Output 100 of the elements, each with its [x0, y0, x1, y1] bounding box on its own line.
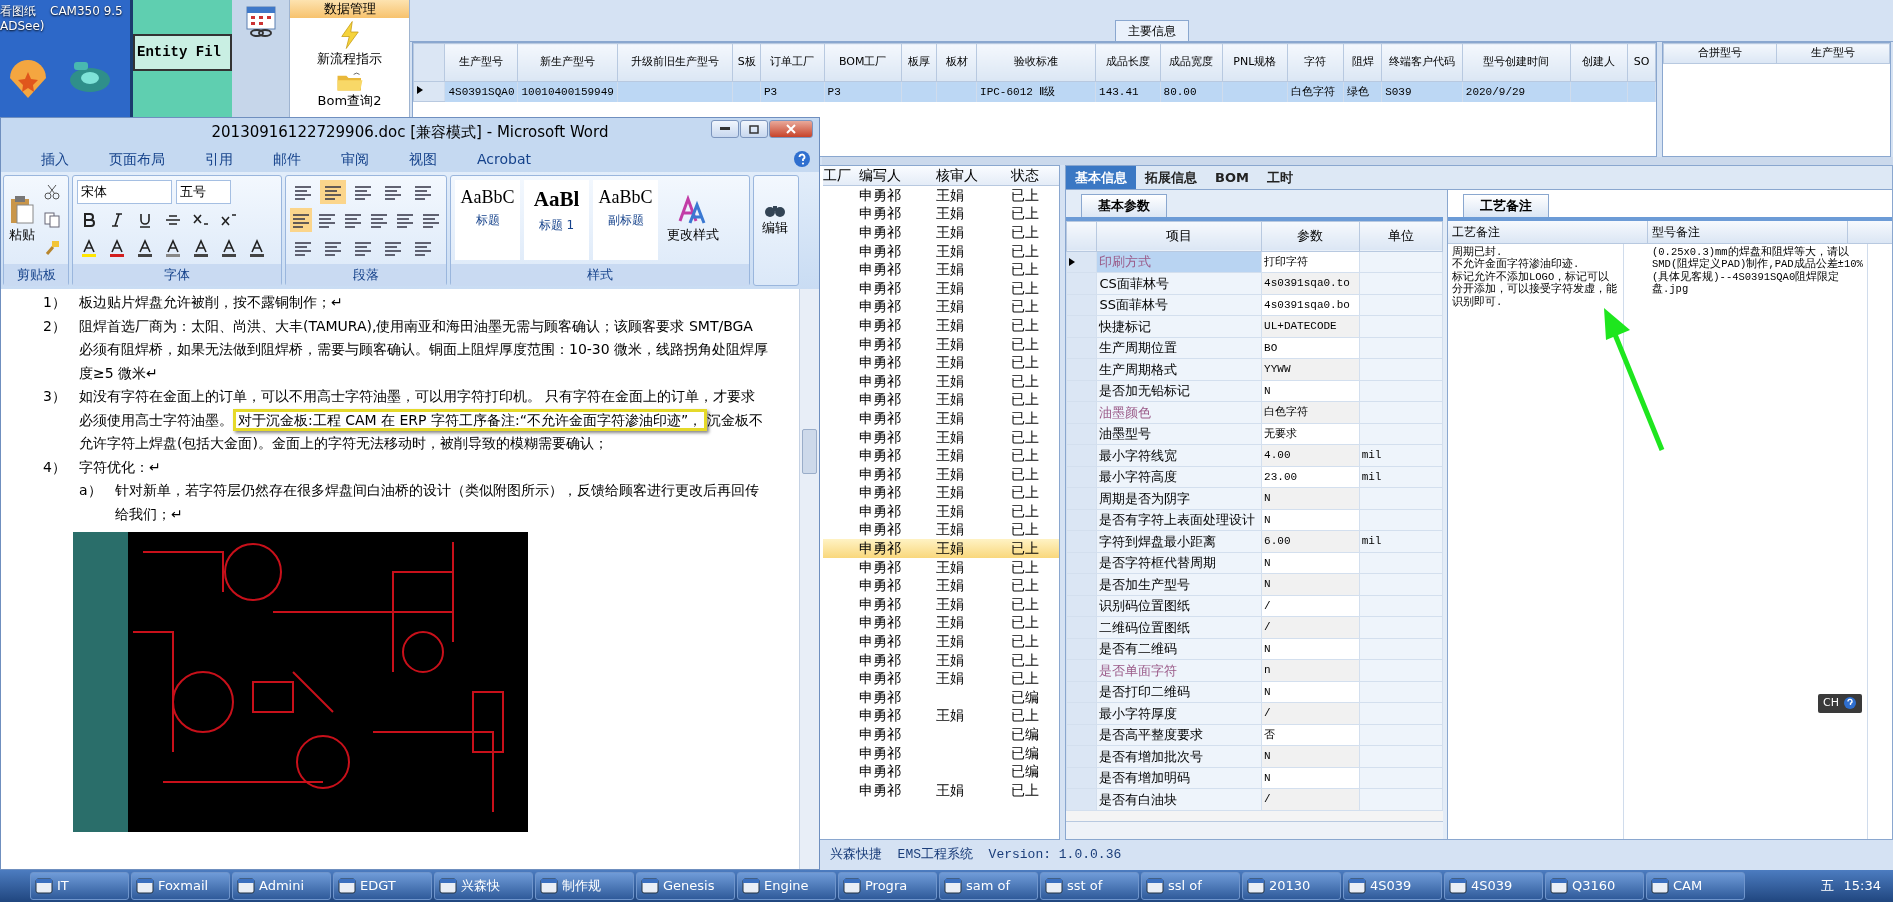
list-row[interactable]: 申勇祁 王娟 已上 [823, 409, 1059, 428]
taskbar-button[interactable]: 制作规 [535, 872, 634, 900]
tab[interactable]: BOM [1206, 166, 1258, 189]
tab[interactable]: 工艺备注 [1463, 194, 1549, 217]
taskbar-button[interactable]: Q3160 [1545, 872, 1644, 900]
list-row[interactable]: 申勇祁 王娟 已上 [823, 464, 1059, 484]
list-row[interactable]: 申勇祁 已编 [823, 743, 1059, 763]
scrollbar[interactable] [799, 289, 819, 869]
align-left-button[interactable] [290, 208, 312, 232]
list-row[interactable]: 申勇祁 王娟 已上 [823, 576, 1059, 596]
list-row[interactable]: 申勇祁 王娟 已上 [823, 781, 1059, 800]
list-row[interactable]: 申勇祁 王娟 已上 [823, 632, 1059, 651]
desktop-icon-label[interactable]: CAM350 9.5 [50, 4, 123, 19]
column-header[interactable]: 参数 [1261, 221, 1360, 251]
style-preset[interactable]: AaBbC 标题 [455, 180, 520, 260]
ribbon-tab[interactable]: 引用 [185, 148, 253, 170]
taskbar-button[interactable]: 4S039 [1444, 872, 1543, 900]
column-header[interactable]: 型号备注 [1648, 220, 1848, 243]
ribbon-tab[interactable]: 审阅 [321, 148, 389, 170]
tab[interactable]: 基本参数 [1081, 194, 1167, 217]
column-header[interactable]: 订单工厂 [760, 43, 825, 82]
list-row[interactable]: 申勇祁 王娟 已上 [823, 706, 1059, 726]
column-header[interactable]: 字符 [1287, 43, 1344, 82]
list-row[interactable]: 申勇祁 王娟 已上 [823, 334, 1059, 354]
numbered-list-button[interactable] [320, 180, 346, 204]
minimize-button[interactable] [711, 120, 739, 138]
tab[interactable]: 拓展信息 [1136, 166, 1206, 189]
column-header[interactable]: BOM工厂 [824, 43, 902, 82]
column-header[interactable]: PNL规格 [1222, 43, 1288, 82]
paste-button[interactable]: 粘贴 [8, 180, 36, 260]
size-field[interactable]: 五号 [176, 180, 231, 204]
column-header[interactable]: 板材 [937, 43, 977, 82]
column-header[interactable]: 验收标准 [976, 43, 1096, 82]
list-row[interactable]: 申勇祁 王娟 已上 [823, 613, 1059, 633]
ribbon-tab[interactable]: 插入 [21, 148, 89, 170]
style-preset[interactable]: AaBl 标题 1 [524, 180, 589, 260]
row-header[interactable] [1066, 251, 1097, 273]
column-header[interactable]: 终端客户代码 [1381, 43, 1463, 82]
column-header[interactable]: 状态 [1005, 165, 1045, 186]
taskbar-button[interactable]: sst of [1040, 872, 1139, 900]
column-header[interactable]: 工厂 [823, 165, 853, 186]
column-header[interactable]: 创建人 [1570, 43, 1628, 82]
taskbar-button[interactable]: Genesis [636, 872, 735, 900]
nav-item[interactable]: Bom查询2 [290, 92, 409, 110]
list-row[interactable]: 申勇祁 王娟 已上 [823, 353, 1059, 372]
list-row[interactable]: 申勇祁 王娟 已上 [823, 390, 1059, 410]
column-header[interactable]: 型号创建时间 [1462, 43, 1571, 82]
nav-item[interactable]: 新流程指示 [290, 50, 409, 68]
nav-item[interactable]: 数据管理 [290, 0, 409, 18]
list-row[interactable]: 申勇祁 王娟 已上 [823, 427, 1059, 447]
column-header[interactable]: 阻焊 [1343, 43, 1382, 82]
column-header[interactable]: 单位 [1359, 221, 1443, 251]
list-row[interactable]: 申勇祁 王娟 已上 [823, 204, 1059, 224]
column-header[interactable]: SO [1627, 43, 1656, 82]
ribbon-tab[interactable]: 视图 [389, 148, 457, 170]
taskbar-button[interactable]: EDGT [333, 872, 432, 900]
column-header[interactable]: 合拼型号 [1663, 43, 1777, 64]
column-header[interactable]: 成品长度 [1095, 43, 1161, 82]
column-header[interactable]: 项目 [1097, 221, 1262, 251]
list-row[interactable]: 申勇祁 王娟 已上 [823, 502, 1059, 521]
column-header[interactable]: 核审人 [930, 165, 1005, 186]
taskbar-button[interactable]: Engine [737, 872, 836, 900]
taskbar-button[interactable]: 兴森快 [434, 872, 533, 900]
tab[interactable]: 工时 [1257, 166, 1302, 189]
list-row[interactable]: 申勇祁 王娟 已上 [823, 186, 1059, 205]
taskbar-button[interactable]: 20130 [1242, 872, 1341, 900]
list-row[interactable]: 申勇祁 王娟 已上 [823, 669, 1059, 689]
maximize-button[interactable] [740, 120, 768, 138]
list-row[interactable]: 申勇祁 王娟 已上 [823, 446, 1059, 465]
list-row[interactable]: 申勇祁 王娟 已上 [823, 241, 1059, 261]
list-row[interactable]: 申勇祁 王娟 已上 [823, 278, 1059, 298]
tab[interactable]: 基本信息 [1066, 166, 1136, 189]
column-header[interactable]: 编写人 [853, 165, 930, 186]
row-header[interactable] [413, 81, 445, 102]
column-header[interactable]: 生产型号 [1776, 43, 1890, 64]
list-row[interactable]: 申勇祁 王娟 已上 [823, 520, 1059, 540]
list-row[interactable]: 申勇祁 已编 [823, 725, 1059, 744]
list-row[interactable]: 申勇祁 已编 [823, 688, 1059, 707]
taskbar-button[interactable]: Admini [232, 872, 331, 900]
list-row[interactable]: 申勇祁 王娟 已上 [823, 260, 1059, 279]
column-header[interactable]: 板厚 [901, 43, 937, 82]
taskbar-button[interactable]: ssl of [1141, 872, 1240, 900]
scrollbar[interactable] [1066, 821, 1443, 839]
column-header[interactable]: 生产型号 [444, 43, 518, 82]
list-row[interactable]: 申勇祁 王娟 已上 [823, 297, 1059, 317]
list-row[interactable]: 申勇祁 王娟 已上 [823, 650, 1059, 670]
column-header[interactable]: S板 [732, 43, 761, 82]
close-button[interactable] [769, 120, 813, 138]
selected-row[interactable]: 申勇祁 王娟 已上 [823, 539, 1059, 558]
font-field[interactable]: 宋体 [77, 180, 172, 204]
column-header[interactable]: 升级前旧生产型号 [617, 43, 733, 82]
list-row[interactable]: 申勇祁 王娟 已上 [823, 316, 1059, 335]
ribbon-tab[interactable]: 页面布局 [89, 148, 185, 170]
list-row[interactable]: 申勇祁 已编 [823, 762, 1059, 781]
list-row[interactable]: 申勇祁 王娟 已上 [823, 595, 1059, 614]
style-preset[interactable]: AaBbC 副标题 [593, 180, 658, 260]
taskbar-button[interactable]: IT [30, 872, 129, 900]
list-row[interactable]: 申勇祁 王娟 已上 [823, 483, 1059, 503]
list-row[interactable]: 申勇祁 王娟 已上 [823, 371, 1059, 391]
ribbon-tab[interactable]: 邮件 [253, 148, 321, 170]
